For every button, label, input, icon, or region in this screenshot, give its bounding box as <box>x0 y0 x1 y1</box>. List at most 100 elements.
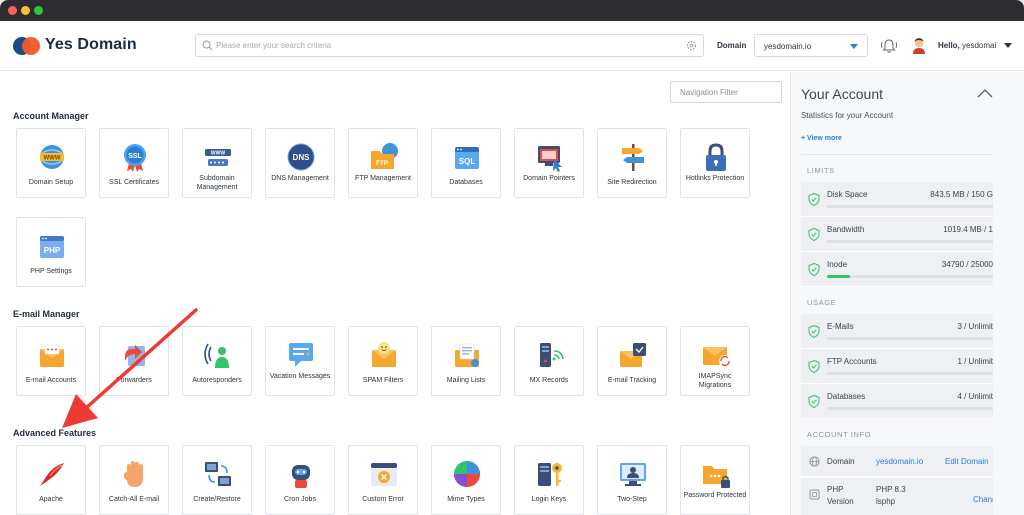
navigation-filter-input[interactable] <box>671 82 781 103</box>
globe-icon <box>809 456 820 467</box>
stat-row: Inode 34790 / 25000 <box>801 252 993 287</box>
envelope-icon <box>40 344 64 367</box>
stat-value: 4 / Unlimit <box>957 392 993 401</box>
tile-databases[interactable]: SQL Databases <box>431 128 501 198</box>
stat-name: Disk Space <box>827 190 868 199</box>
ftp-folder-icon: FTP <box>371 143 398 169</box>
section-title-account-manager: Account Manager <box>13 111 89 121</box>
tile-ssl-certificates[interactable]: SSL SSL Certificates <box>99 128 169 198</box>
svg-text:SSL: SSL <box>128 153 142 160</box>
search-icon <box>202 40 213 51</box>
user-avatar-icon[interactable] <box>911 36 927 54</box>
tile-label: Mailing Lists <box>446 377 486 384</box>
user-menu-chevron-icon[interactable] <box>1004 43 1012 48</box>
tile-label: E-mail Tracking <box>607 377 657 384</box>
tile-mime-types[interactable]: Mime Types <box>431 445 501 515</box>
svg-text:WWW: WWW <box>211 151 225 157</box>
chevron-up-icon[interactable] <box>977 88 993 98</box>
tile-cron-jobs[interactable]: Cron Jobs <box>265 445 335 515</box>
tile-domain-pointers[interactable]: Domain Pointers <box>514 128 584 198</box>
edit-domain-link[interactable]: Edit Domain <box>945 456 993 467</box>
section-title-email-manager: E-mail Manager <box>13 309 80 319</box>
imapsync-icon <box>703 347 731 367</box>
tile-login-keys[interactable]: Login Keys <box>514 445 584 515</box>
tile-mailing-lists[interactable]: Mailing Lists <box>431 326 501 396</box>
stat-value: 1019.4 MB / 1 <box>943 225 993 234</box>
tile-mx-records[interactable]: MX Records <box>514 326 584 396</box>
stat-row: Databases 4 / Unlimit <box>801 384 993 419</box>
stat-value: 3 / Unlimit <box>957 322 993 331</box>
shield-check-icon <box>808 193 820 206</box>
php-file-icon: PHP <box>40 236 64 258</box>
info-domain-link[interactable]: yesdomain.io <box>876 456 923 467</box>
tile-label: Apache <box>39 496 63 503</box>
tile-site-redirection[interactable]: Site Redirection <box>597 128 667 198</box>
info-value: PHP 8.3 <box>876 485 906 494</box>
tile-label: SPAM Filters <box>362 377 404 384</box>
tile-custom-error[interactable]: Custom Error <box>348 445 418 515</box>
info-key: PHP <box>827 485 844 494</box>
tile-label: Site Redirection <box>607 179 657 186</box>
top-header: Yes Domain Domain yesdomain.io Hello, ye… <box>0 21 1024 71</box>
tile-label: Two-Step <box>617 496 647 503</box>
greeting-prefix: Hello, <box>938 41 960 50</box>
maximize-window-icon[interactable] <box>34 6 43 15</box>
tile-imapsync-migrations[interactable]: IMAPSync Migrations <box>680 326 750 396</box>
signpost-icon <box>622 144 644 171</box>
domain-label: Domain <box>717 41 747 50</box>
tile-domain-setup[interactable]: WWW Domain Setup <box>16 128 86 198</box>
view-more-link[interactable]: + View more <box>801 135 842 142</box>
notification-bell-icon[interactable] <box>880 37 898 55</box>
search-input[interactable] <box>216 37 686 54</box>
tile-label: IMAPSync Migrations <box>698 373 732 389</box>
tile-label: DNS Management <box>271 175 329 182</box>
usage-caption: USAGE <box>807 298 837 307</box>
stat-row: E-Mails 3 / Unlimit <box>801 314 993 349</box>
domain-select[interactable]: yesdomain.io <box>754 34 868 57</box>
tile-create-restore[interactable]: Create/Restore <box>182 445 252 515</box>
tile-label: Create/Restore <box>193 496 241 503</box>
stat-name: E-Mails <box>827 322 854 331</box>
close-window-icon[interactable] <box>8 6 17 15</box>
stat-progress-bar <box>827 205 993 208</box>
backup-restore-icon <box>205 462 231 486</box>
panel-title: Your Account <box>801 86 883 102</box>
tile-email-tracking[interactable]: E-mail Tracking <box>597 326 667 396</box>
tile-email-accounts[interactable]: E-mail Accounts <box>16 326 86 396</box>
tile-label: Mime Types <box>447 496 485 503</box>
svg-text:DNS: DNS <box>293 153 311 162</box>
tile-subdomain-management[interactable]: WWW Subdomain Management <box>182 128 252 198</box>
tile-vacation-messages[interactable]: Vacation Messages <box>265 326 335 396</box>
gear-icon[interactable] <box>686 40 697 51</box>
svg-text:PHP: PHP <box>44 246 61 255</box>
tile-label: SSL Certificates <box>109 179 159 186</box>
tile-autoresponders[interactable]: Autoresponders <box>182 326 252 396</box>
change-php-link[interactable]: Change <box>973 494 993 505</box>
minimize-window-icon[interactable] <box>21 6 30 15</box>
stat-value: 34790 / 25000 <box>941 260 993 269</box>
user-greeting[interactable]: Hello, yesdomai <box>938 41 998 50</box>
tile-two-step[interactable]: Two-Step <box>597 445 667 515</box>
search-box[interactable] <box>195 34 704 57</box>
tile-spam-filters[interactable]: SPAM Filters <box>348 326 418 396</box>
stat-row: Bandwidth 1019.4 MB / 1 <box>801 217 993 252</box>
tile-hotlinks-protection[interactable]: Hotlinks Protection <box>680 128 750 198</box>
mailing-list-icon <box>455 343 479 367</box>
brand-name[interactable]: Yes Domain <box>45 36 137 54</box>
tile-password-protected[interactable]: Password Protected <box>680 445 750 515</box>
tile-forwarders[interactable]: Forwarders <box>99 326 169 396</box>
tile-label: Autoresponders <box>192 377 242 384</box>
tile-apache[interactable]: Apache <box>16 445 86 515</box>
two-step-auth-icon <box>620 463 646 486</box>
stat-name: Databases <box>827 392 866 401</box>
shield-check-icon <box>808 228 820 241</box>
tile-label: MX Records <box>529 377 569 384</box>
tile-ftp-management[interactable]: FTP FTP Management <box>348 128 418 198</box>
mime-types-icon <box>454 461 480 487</box>
tile-catch-all-email[interactable]: Catch-All E-mail <box>99 445 169 515</box>
forward-mail-icon <box>125 345 145 366</box>
brand-logo-icon[interactable] <box>13 36 41 56</box>
navigation-filter[interactable] <box>670 81 782 103</box>
tile-php-settings[interactable]: PHP PHP Settings <box>16 217 86 287</box>
tile-dns-management[interactable]: DNS DNS Management <box>265 128 335 198</box>
